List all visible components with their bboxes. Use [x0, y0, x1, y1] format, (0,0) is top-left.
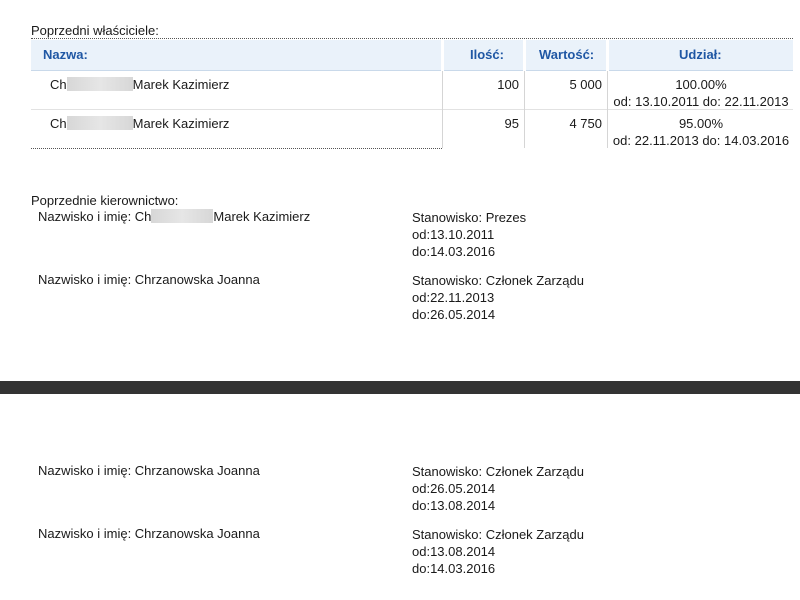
owner-name-suffix: Marek Kazimierz — [132, 77, 230, 92]
manager-to-date: do:14.03.2016 — [412, 244, 496, 259]
manager-from-date: od:13.08.2014 — [412, 544, 496, 559]
manager-from-date: od:13.10.2011 — [412, 227, 495, 242]
manager-name: Nazwisko i imię: Chrzanowska Joanna — [38, 526, 260, 541]
header-name-cell: Nazwa: — [31, 40, 441, 71]
owner-value: 5 000 — [569, 77, 602, 92]
table-row: Ch Marek Kazimierz 100 5 000 100.00% od: … — [31, 71, 793, 109]
owners-title-underline — [31, 38, 793, 39]
manager-position: Stanowisko: Członek Zarządu — [412, 527, 584, 542]
manager-position: Stanowisko: Członek Zarządu — [412, 464, 584, 479]
owner-name: Ch Marek Kazimierz — [50, 115, 229, 132]
redaction-blur — [66, 116, 133, 130]
header-name: Nazwa: — [43, 47, 88, 62]
management-entry: Nazwisko i imię: Chrzanowska Joanna Stan… — [38, 272, 778, 324]
owners-table-bottom-rule — [31, 148, 442, 149]
owner-period: od: 13.10.2011 do: 22.11.2013 — [613, 94, 789, 109]
owner-quantity: 95 — [504, 116, 519, 131]
owner-share: 95.00% — [678, 116, 724, 131]
manager-name: Nazwisko i imię: Chrzanowska Joanna — [38, 272, 260, 287]
owner-name-suffix: Marek Kazimierz — [132, 116, 230, 131]
page-break-bar — [0, 381, 800, 394]
column-divider — [442, 71, 443, 148]
manager-name-suffix: Marek Kazimierz — [213, 209, 311, 224]
manager-position: Stanowisko: Członek Zarządu — [412, 273, 584, 288]
manager-from-date: od:26.05.2014 — [412, 481, 496, 496]
owners-section-title: Poprzedni właściciele: — [31, 23, 159, 38]
manager-to-date: do:14.03.2016 — [412, 561, 496, 576]
manager-position-block: Stanowisko: Członek Zarządu od:22.11.201… — [412, 272, 584, 323]
column-divider — [607, 71, 608, 148]
owner-name-prefix: Ch — [50, 116, 67, 131]
header-value-cell: Wartość: — [526, 40, 606, 71]
manager-position-block: Stanowisko: Członek Zarządu od:26.05.201… — [412, 463, 584, 514]
header-quantity-cell: Ilość: — [444, 40, 523, 71]
column-divider — [524, 71, 525, 148]
manager-name: Nazwisko i imię: Chrzanowska Joanna — [38, 463, 260, 478]
owner-name-prefix: Ch — [50, 77, 67, 92]
manager-from-date: od:22.11.2013 — [412, 290, 495, 305]
owner-share: 100.00% — [675, 77, 727, 92]
manager-name: Nazwisko i imię: Ch Marek Kazimierz — [38, 209, 310, 224]
manager-to-date: do:26.05.2014 — [412, 307, 496, 322]
manager-position: Stanowisko: Prezes — [412, 210, 527, 225]
owner-name: Ch Marek Kazimierz — [50, 76, 229, 93]
header-share: Udział: — [679, 47, 722, 62]
management-entry: Nazwisko i imię: Chrzanowska Joanna Stan… — [38, 463, 778, 515]
manager-to-date: do:13.08.2014 — [412, 498, 496, 513]
header-share-cell: Udział: — [609, 40, 793, 71]
header-quantity: Ilość: — [470, 47, 504, 62]
redaction-blur — [66, 77, 133, 91]
manager-position-block: Stanowisko: Prezes od:13.10.2011 do:14.0… — [412, 209, 526, 260]
table-row: Ch Marek Kazimierz 95 4 750 95.00% od: 22… — [31, 110, 793, 148]
owner-quantity: 100 — [497, 77, 519, 92]
management-entry: Nazwisko i imię: Ch Marek Kazimierz Stano… — [38, 209, 778, 261]
redaction-blur — [151, 209, 214, 223]
management-entry: Nazwisko i imię: Chrzanowska Joanna Stan… — [38, 526, 778, 578]
owner-value: 4 750 — [569, 116, 602, 131]
manager-position-block: Stanowisko: Członek Zarządu od:13.08.201… — [412, 526, 584, 577]
owner-period: od: 22.11.2013 do: 14.03.2016 — [612, 133, 790, 148]
manager-name-prefix: Nazwisko i imię: Ch — [38, 209, 152, 224]
management-section-title: Poprzednie kierownictwo: — [31, 193, 179, 208]
header-value: Wartość: — [539, 47, 595, 62]
